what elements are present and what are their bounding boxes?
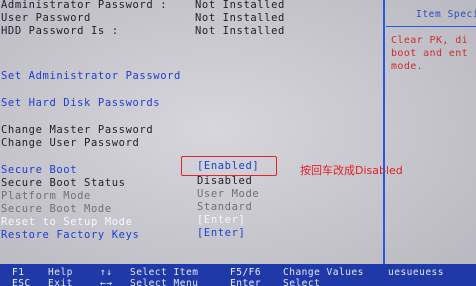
restore-factory-keys-label[interactable]: Restore Factory Keys (1, 229, 139, 242)
user-password-value: Not Installed (195, 12, 285, 24)
help-line: boot and ent (391, 48, 469, 59)
f1-key: F1 (12, 267, 25, 278)
secure-boot-mode-label: Secure Boot Mode (1, 203, 112, 215)
set-admin-password-item[interactable]: Set Administrator Password (1, 70, 181, 83)
key-legend-bar: F1 Help ↑↓ Select Item F5/F6 Change Valu… (0, 264, 476, 286)
hdd-password-value: Not Installed (195, 25, 285, 37)
secure-boot-status-value: Disabled (197, 175, 253, 187)
secure-boot-status-label: Secure Boot Status (1, 177, 126, 189)
change-user-password-item[interactable]: Change User Password (1, 137, 139, 150)
secure-boot-highlight-box (181, 156, 277, 176)
panel-divider (383, 0, 385, 264)
admin-password-label: Administrator Password : (1, 0, 168, 11)
help-panel-header: Item Speci (386, 0, 476, 27)
hdd-password-label: HDD Password Is : (1, 25, 119, 37)
up-down-arrows-icon: ↑↓ (100, 267, 113, 278)
esc-key: ESC (12, 278, 31, 286)
f5-f6-key: F5/F6 (230, 267, 262, 278)
secure-boot-mode-value: Standard (197, 201, 253, 213)
select-item-hint: Select Item (130, 267, 199, 278)
change-master-password-item[interactable]: Change Master Password (1, 124, 153, 137)
platform-mode-label: Platform Mode (1, 190, 91, 202)
reset-setup-mode-label[interactable]: Reset to Setup Mode (1, 216, 133, 229)
help-title: Item Speci (416, 9, 476, 20)
bios-security-screen: Administrator Password : Not Installed U… (0, 0, 476, 286)
exit-hint: Exit (48, 278, 73, 286)
secure-boot-label[interactable]: Secure Boot (1, 164, 77, 177)
help-line: Clear PK, di (391, 35, 469, 46)
item-help-panel: Item Speci Clear PK, di boot and ent mod… (386, 0, 476, 264)
set-hdd-passwords-item[interactable]: Set Hard Disk Passwords (1, 97, 160, 110)
user-password-label: User Password (1, 12, 91, 24)
enter-key: Enter (230, 278, 262, 286)
help-line: mode. (391, 61, 424, 72)
footer-truncated-hint: uesueuess (388, 267, 444, 278)
help-hint: Help (48, 267, 73, 278)
left-right-arrows-icon: ←→ (100, 278, 113, 286)
platform-mode-value: User Mode (197, 188, 260, 200)
admin-password-value: Not Installed (195, 0, 285, 11)
change-values-hint: Change Values (283, 267, 364, 278)
select-hint: Select (283, 278, 321, 286)
restore-factory-keys-value[interactable]: [Enter] (197, 227, 245, 240)
reset-setup-mode-value[interactable]: [Enter] (197, 214, 245, 227)
select-menu-hint: Select Menu (130, 278, 199, 286)
